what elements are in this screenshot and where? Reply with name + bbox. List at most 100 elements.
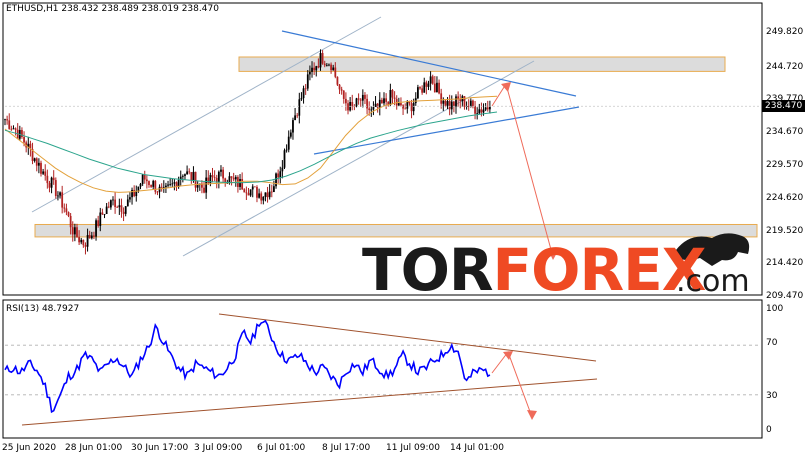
candle-body [33, 158, 36, 161]
candle-body [402, 105, 404, 109]
candle-body [95, 220, 97, 237]
candle-body [336, 76, 339, 85]
candle-body [389, 90, 392, 106]
x-tick-label: 25 Jun 2020 [2, 443, 57, 453]
candle-body [184, 174, 186, 176]
candle-body [52, 177, 55, 181]
last-price-tag: 238.470 [762, 100, 806, 112]
candle-body [152, 180, 155, 187]
candle-body [328, 64, 330, 66]
rsi-legend: RSI(13) 48.7927 [6, 304, 80, 314]
candle-body [351, 101, 354, 107]
candle-body [247, 193, 250, 196]
candle-body [262, 196, 265, 201]
candle-body [480, 109, 483, 113]
candle-body [186, 171, 188, 175]
candle-body [258, 193, 260, 198]
ohlc-open: 238.432 [61, 4, 99, 14]
watermark-suffix: .com [676, 264, 750, 299]
candle-body [249, 189, 252, 196]
candle-body [279, 171, 282, 178]
candle-body [141, 174, 144, 184]
candle-body [446, 101, 449, 106]
triangle-lower-line [313, 106, 580, 155]
x-tick-label: 30 Jun 17:00 [131, 443, 189, 453]
candle-body [366, 98, 368, 109]
candle-body [300, 98, 303, 100]
candle-body [256, 186, 258, 198]
candle-body [425, 82, 428, 87]
candle-body [35, 158, 38, 166]
candle-body [370, 109, 373, 111]
candle-body [50, 177, 53, 188]
candle-body [73, 227, 76, 235]
candle-body [203, 187, 205, 193]
candle-body [82, 239, 85, 246]
candle-body [14, 128, 17, 130]
candle-body [150, 185, 152, 187]
candle-body [294, 115, 296, 121]
candle-body [372, 106, 375, 110]
candle-body [37, 162, 40, 166]
candle-body [440, 93, 443, 104]
candle-body [455, 96, 457, 107]
candle-body [213, 177, 216, 178]
candle-body [442, 100, 445, 104]
y-tick-label: 224.620 [766, 193, 804, 203]
candle-body [338, 84, 341, 90]
candle-body [63, 207, 66, 209]
candle-body [86, 235, 89, 247]
candle-body [215, 177, 218, 183]
candle-body [59, 192, 61, 196]
candle-body [273, 186, 275, 192]
y-tick-label: 249.820 [766, 27, 804, 37]
candle-body [332, 67, 335, 70]
candle-body [90, 235, 93, 239]
candle-body [207, 177, 210, 184]
candle-body [476, 113, 479, 115]
candle-body [222, 169, 224, 179]
candle-body [429, 76, 432, 84]
candle-body [427, 83, 430, 87]
candle-body [167, 184, 169, 186]
candle-body [54, 180, 57, 196]
watermark-forex: FOREX [492, 236, 707, 304]
candle-body [283, 150, 286, 168]
rsi-trend-upper [218, 313, 597, 362]
arrow-head [527, 410, 537, 420]
candle-body [325, 64, 328, 66]
candle-body [65, 208, 68, 213]
rsi-y-tick-label: 100 [766, 304, 784, 314]
candle-body [268, 191, 271, 198]
arrow-head [503, 351, 513, 360]
candle-body [122, 211, 125, 214]
candle-body [228, 176, 231, 183]
moving-average-line [4, 95, 498, 193]
candle-body [368, 108, 371, 111]
candle-body [12, 128, 15, 130]
candle-body [488, 106, 491, 110]
candle-body [304, 88, 307, 90]
candle-body [361, 94, 364, 101]
candle-body [266, 192, 269, 198]
candle-body [419, 87, 421, 89]
x-tick-label: 14 Jul 01:00 [450, 443, 504, 453]
candle-body [107, 206, 110, 208]
candle-body [478, 109, 481, 114]
candle-body [97, 220, 100, 226]
x-tick-label: 3 Jul 09:00 [194, 443, 243, 453]
candle-body [306, 74, 309, 89]
candle-body [309, 71, 311, 75]
candle-body [245, 192, 248, 194]
candle-body [69, 215, 72, 228]
watermark-logo: TORFOREX [362, 240, 706, 300]
candle-body [241, 179, 244, 190]
candle-body [139, 183, 142, 187]
candle-body [438, 82, 440, 94]
candle-body [196, 184, 199, 188]
watermark-tor: TOR [362, 236, 494, 304]
candle-body [217, 171, 220, 183]
ohlc-high: 238.489 [101, 4, 139, 14]
candle-body [277, 173, 280, 178]
candle-body [137, 186, 140, 191]
